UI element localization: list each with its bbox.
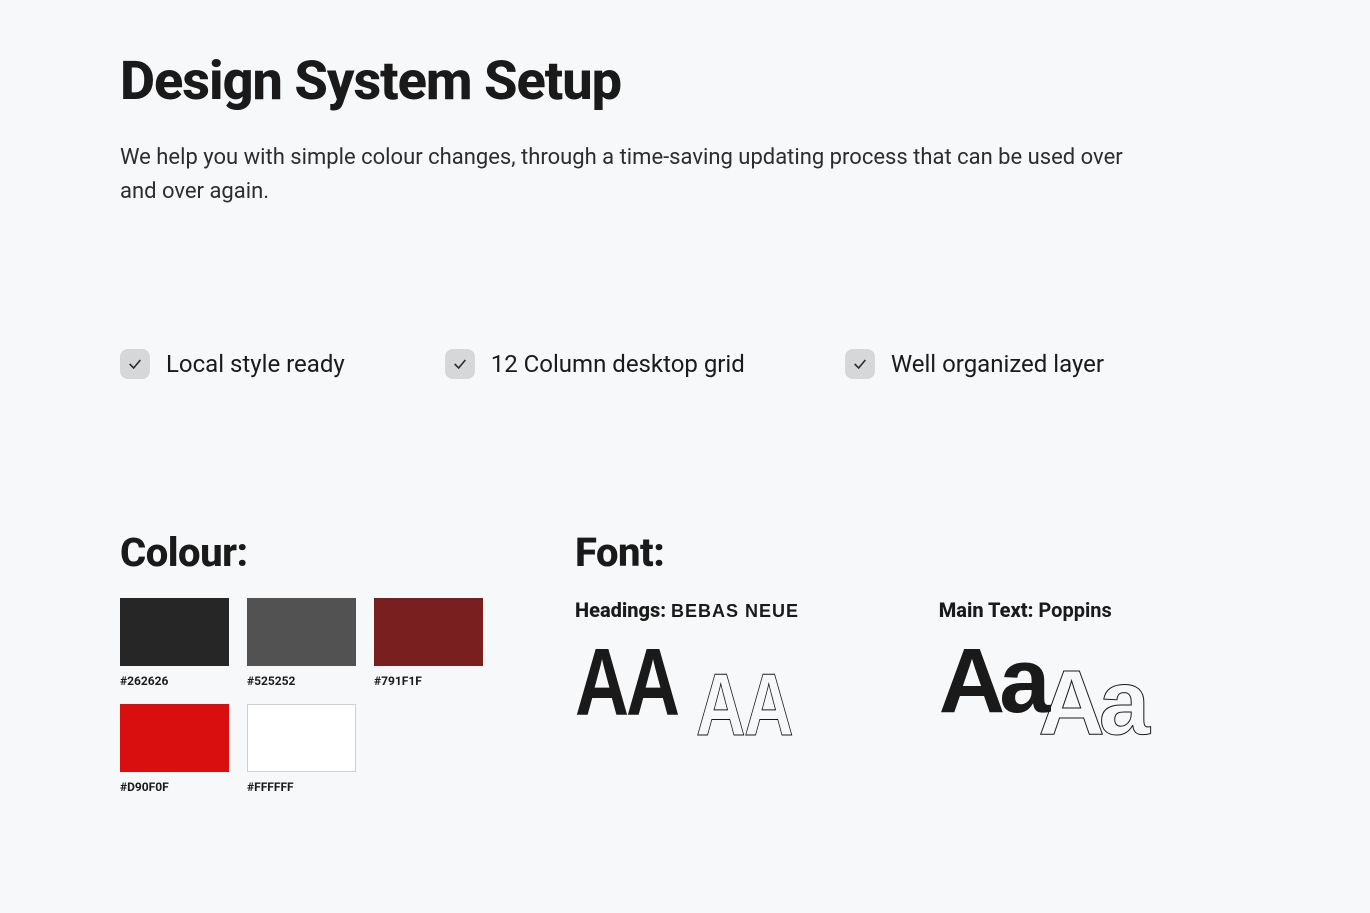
feature-label: Well organized layer	[891, 350, 1104, 378]
colour-swatch: #FFFFFF	[247, 704, 356, 794]
font-headings-glyphs: AA AA	[575, 640, 819, 726]
feature-label: 12 Column desktop grid	[491, 350, 745, 378]
feature-label: Local style ready	[166, 350, 345, 378]
swatch-box	[120, 598, 229, 666]
check-icon	[445, 349, 475, 379]
font-main-glyphs: Aa Aa	[939, 640, 1144, 723]
check-icon	[845, 349, 875, 379]
font-main-line: Main Text: Poppins	[939, 598, 1144, 622]
swatch-box	[374, 598, 483, 666]
swatch-hex: #525252	[247, 674, 356, 688]
glyph-solid: AA	[575, 640, 677, 726]
swatch-box	[247, 704, 356, 772]
swatch-hex: #262626	[120, 674, 229, 688]
font-heading: Font:	[575, 529, 1250, 576]
check-icon	[120, 349, 150, 379]
feature-item: 12 Column desktop grid	[445, 349, 745, 379]
page-title: Design System Setup	[120, 50, 1250, 113]
font-headings-face: BEBAS NEUE	[671, 601, 799, 621]
colour-swatch: #262626	[120, 598, 229, 688]
feature-item: Local style ready	[120, 349, 345, 379]
font-headings-label: Headings:	[575, 598, 666, 622]
font-main-face: Poppins	[1038, 598, 1111, 622]
feature-item: Well organized layer	[845, 349, 1104, 379]
feature-list: Local style ready 12 Column desktop grid…	[120, 349, 1250, 379]
swatch-box	[120, 704, 229, 772]
colour-heading: Colour:	[120, 529, 485, 576]
font-main-label: Main Text:	[939, 598, 1034, 622]
glyph-outline: Aa	[1038, 662, 1144, 745]
font-main-sample: Main Text: Poppins Aa Aa	[939, 598, 1144, 726]
glyph-solid: Aa	[939, 640, 1045, 723]
colour-swatch: #D90F0F	[120, 704, 229, 794]
font-headings-sample: Headings: BEBAS NEUE AA AA	[575, 598, 819, 726]
font-section: Font: Headings: BEBAS NEUE AA AA Main Te…	[575, 529, 1250, 794]
colour-swatch: #525252	[247, 598, 356, 688]
swatch-hex: #FFFFFF	[247, 780, 356, 794]
swatch-box	[247, 598, 356, 666]
colour-section: Colour: #262626 #525252 #791F1F #D90F0F …	[120, 529, 485, 794]
colour-swatch: #791F1F	[374, 598, 483, 688]
swatch-hex: #791F1F	[374, 674, 483, 688]
font-headings-line: Headings: BEBAS NEUE	[575, 598, 819, 622]
page-subtitle: We help you with simple colour changes, …	[120, 141, 1140, 209]
glyph-outline: AA	[696, 665, 792, 744]
swatch-grid: #262626 #525252 #791F1F #D90F0F #FFFFFF	[120, 598, 485, 794]
swatch-hex: #D90F0F	[120, 780, 229, 794]
